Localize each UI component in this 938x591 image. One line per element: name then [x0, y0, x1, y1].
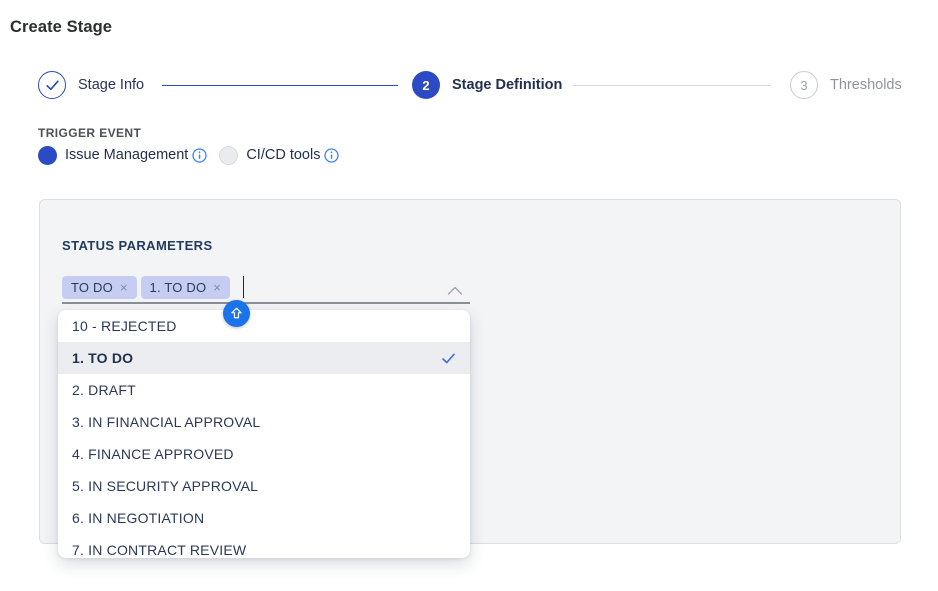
dropdown-option-label: 2. DRAFT	[72, 382, 136, 398]
chip-label: 1. TO DO	[150, 280, 207, 295]
chip-remove-icon[interactable]: ×	[120, 281, 128, 294]
trigger-event-label: TRIGGER EVENT	[38, 126, 141, 140]
stepper-item-stage-info[interactable]: Stage Info	[38, 71, 144, 99]
dropdown-option[interactable]: 3. IN FINANCIAL APPROVAL	[58, 406, 470, 438]
chip-1-to-do: 1. TO DO ×	[141, 276, 230, 299]
dropdown-option-selected[interactable]: 1. TO DO	[58, 342, 470, 374]
click-indicator-badge	[223, 300, 250, 327]
stepper-item-stage-definition[interactable]: 2 Stage Definition	[412, 71, 562, 99]
step-label: Stage Definition	[452, 77, 562, 93]
step-circle-active: 2	[412, 71, 440, 99]
dropdown-option-label: 1. TO DO	[72, 350, 133, 366]
radio-label: Issue Management	[65, 147, 188, 163]
check-icon	[441, 352, 456, 365]
dropdown-option-label: 7. IN CONTRACT REVIEW	[72, 542, 246, 558]
trigger-event-options: Issue Management CI/CD tools	[38, 145, 339, 165]
radio-cicd-tools[interactable]	[219, 146, 238, 165]
input-underline	[62, 302, 470, 304]
dropdown-option[interactable]: 5. IN SECURITY APPROVAL	[58, 470, 470, 502]
dropdown-option-label: 3. IN FINANCIAL APPROVAL	[72, 414, 260, 430]
dropdown-option[interactable]: 4. FINANCE APPROVED	[58, 438, 470, 470]
chevron-up-icon[interactable]	[447, 283, 463, 294]
chip-remove-icon[interactable]: ×	[213, 281, 221, 294]
step-label: Stage Info	[78, 77, 144, 93]
dropdown-option[interactable]: 10 - REJECTED	[58, 310, 470, 342]
stepper-connector	[162, 85, 398, 86]
dropdown-option[interactable]: 6. IN NEGOTIATION	[58, 502, 470, 534]
dropdown-option-label: 6. IN NEGOTIATION	[72, 510, 204, 526]
radio-issue-management[interactable]	[38, 146, 57, 165]
step-circle-upcoming: 3	[790, 71, 818, 99]
info-icon[interactable]	[324, 148, 339, 163]
dropdown-option[interactable]: 2. DRAFT	[58, 374, 470, 406]
step-circle-completed	[38, 71, 66, 99]
page-title: Create Stage	[10, 18, 112, 37]
dropdown-option-label: 5. IN SECURITY APPROVAL	[72, 478, 258, 494]
stepper-item-thresholds[interactable]: 3 Thresholds	[790, 71, 902, 99]
arrow-up-cursor-icon	[228, 305, 245, 322]
status-multiselect-input[interactable]: TO DO × 1. TO DO ×	[62, 275, 244, 299]
status-dropdown: 10 - REJECTED 1. TO DO 2. DRAFT 3. IN FI…	[58, 310, 470, 558]
chip-label: TO DO	[71, 280, 113, 295]
text-caret	[243, 276, 245, 298]
radio-label: CI/CD tools	[246, 147, 320, 163]
stepper-connector	[573, 85, 770, 86]
info-icon[interactable]	[192, 148, 207, 163]
step-label: Thresholds	[830, 77, 902, 93]
dropdown-option-label: 4. FINANCE APPROVED	[72, 446, 234, 462]
chip-to-do: TO DO ×	[62, 276, 137, 299]
status-parameters-label: STATUS PARAMETERS	[62, 238, 213, 253]
check-icon	[45, 79, 60, 92]
dropdown-option-label: 10 - REJECTED	[72, 318, 177, 334]
dropdown-option[interactable]: 7. IN CONTRACT REVIEW	[58, 534, 470, 558]
